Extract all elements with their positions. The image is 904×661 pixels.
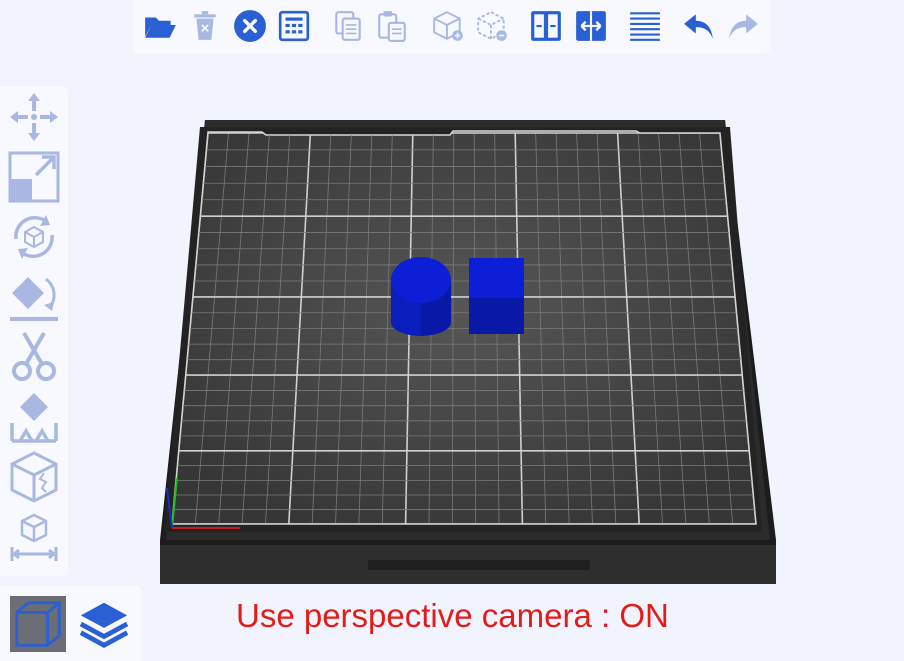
view-toggle-panel <box>0 586 142 661</box>
3d-scene[interactable] <box>0 0 904 661</box>
cube-view-icon <box>15 601 61 647</box>
layers-icon <box>79 602 129 648</box>
print-bed <box>160 120 776 584</box>
3d-view-button[interactable] <box>10 596 66 652</box>
status-message: Use perspective camera : ON <box>236 597 669 634</box>
cube-model[interactable] <box>469 258 524 334</box>
preview-button[interactable] <box>76 596 132 652</box>
cylinder-model[interactable] <box>391 257 451 336</box>
